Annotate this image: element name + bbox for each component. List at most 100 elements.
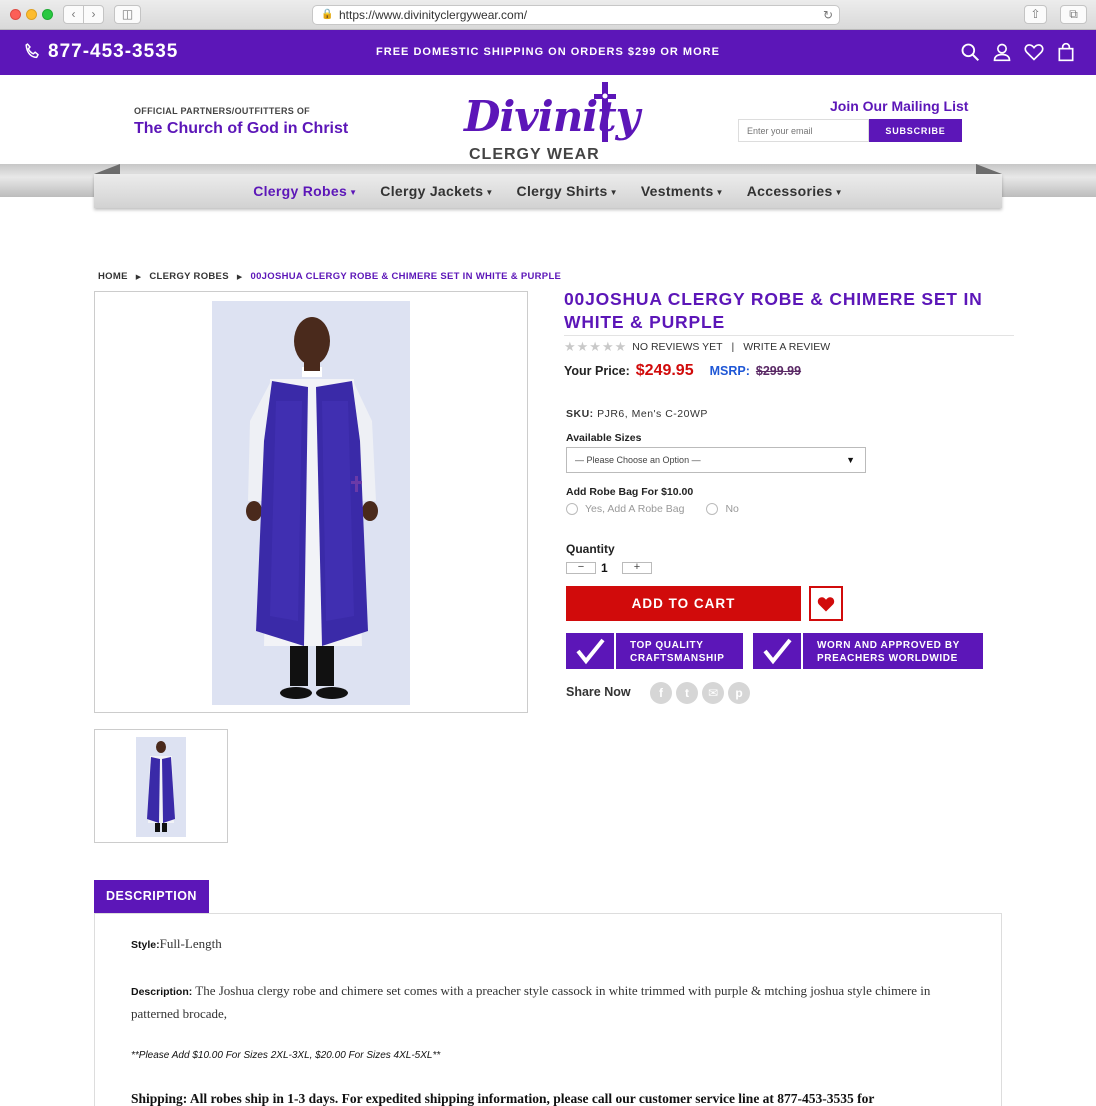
dropdown-arrow-icon: ▼ [846,455,855,465]
description-label: Description: [131,986,193,998]
tab-description[interactable]: DESCRIPTION [94,880,209,913]
thumbnail-frame[interactable] [94,729,228,843]
url-text: https://www.divinityclergywear.com/ [339,8,528,22]
nav-item-clergy-shirts[interactable]: Clergy Shirts ▼ [517,183,618,199]
radio-no[interactable] [706,503,719,515]
robe-bag-yes-label: Yes, Add A Robe Bag [585,503,685,515]
robe-bag-no-label: No [725,503,739,515]
address-bar[interactable]: 🔒 https://www.divinityclergywear.com/ ↻ [312,5,840,25]
sizes-label: Available Sizes [566,432,642,444]
robe-bag-label: Add Robe Bag For $10.00 [566,486,694,498]
site-logo[interactable]: Divinity CLERGY WEAR [462,82,640,166]
size-surcharge-note: **Please Add $10.00 For Sizes 2XL-3XL, $… [131,1050,441,1061]
email-field[interactable] [738,119,869,142]
back-icon[interactable]: ‹ [63,5,84,24]
product-thumbnail[interactable] [136,737,186,837]
partners-name: The Church of God in Christ [134,120,349,137]
description-body: The Joshua clergy robe and chimere set c… [131,983,931,1021]
browser-toolbar: ‹ › ◫ 🔒 https://www.divinityclergywear.c… [0,0,1096,30]
share-label: Share Now [566,685,631,699]
style-value: Full-Length [159,936,222,951]
zoom-window-button[interactable] [42,9,53,20]
heart-icon [817,597,835,612]
style-line: Style:Full-Length [131,936,222,952]
mailing-list-title: Join Our Mailing List [830,98,969,114]
forward-icon[interactable]: › [83,5,104,24]
reviews-row: ★★★★★ NO REVIEWS YET | WRITE A REVIEW [564,339,830,355]
approved-badge-line2: PREACHERS WORLDWIDE [817,653,958,664]
sku-line: SKU: PJR6, Men's C-20WP [566,408,708,420]
sidebar-icon[interactable]: ◫ [114,5,141,24]
search-icon[interactable] [960,42,980,64]
nav-item-accessories[interactable]: Accessories ▼ [747,183,843,199]
cart-icon[interactable] [1056,42,1076,64]
msrp-value: $299.99 [755,364,802,378]
robe-bag-options: Yes, Add A Robe Bag No [566,503,739,515]
facebook-icon[interactable]: f [650,682,672,704]
robe-bag-no-option[interactable]: No [706,503,739,515]
caret-down-icon: ▼ [715,187,724,197]
caret-down-icon: ▼ [609,187,618,197]
checkmark-icon [763,638,792,665]
price-value: $249.95 [635,362,694,379]
msrp-label: MSRP: [709,364,750,378]
product-title: 00JOSHUA CLERGY ROBE & CHIMERE SET IN WH… [564,289,983,332]
size-select-value: — Please Choose an Option — [575,455,701,465]
nav-item-vestments[interactable]: Vestments ▼ [641,183,724,199]
robe-bag-yes-option[interactable]: Yes, Add A Robe Bag [566,503,684,515]
add-to-cart-button[interactable]: ADD TO CART [566,586,801,621]
breadcrumb-home[interactable]: HOME [98,271,128,282]
logo-sub-text: CLERGY WEAR [469,146,600,163]
style-label: Style: [131,939,160,951]
radio-yes[interactable] [566,503,578,515]
logo-script-text: Divinity [464,92,640,141]
shipping-banner: FREE DOMESTIC SHIPPING ON ORDERS $299 OR… [376,46,720,58]
breadcrumb: HOME ▶ CLERGY ROBES ▶ 00JOSHUA CLERGY RO… [98,271,561,282]
add-to-wishlist-button[interactable] [809,586,843,621]
lock-icon: 🔒 [321,9,334,20]
nav-item-clergy-robes[interactable]: Clergy Robes ▼ [253,183,357,199]
wishlist-icon[interactable] [1024,42,1044,64]
top-bar: 877-453-3535 FREE DOMESTIC SHIPPING ON O… [0,30,1096,75]
sku-label: SKU: [566,408,594,420]
price-label: Your Price: [564,364,630,378]
minimize-window-button[interactable] [26,9,37,20]
product-photo[interactable] [212,301,410,705]
caret-down-icon: ▼ [349,187,358,197]
breadcrumb-current: 00JOSHUA CLERGY ROBE & CHIMERE SET IN WH… [250,271,562,282]
nav-item-clergy-jackets[interactable]: Clergy Jackets ▼ [380,183,493,199]
breadcrumb-arrow-icon: ▶ [135,273,142,281]
sku-value: PJR6, Men's C-20WP [597,408,708,420]
description-text: Description: The Joshua clergy robe and … [131,980,961,1025]
reviews-divider: | [731,341,735,353]
quantity-increase-button[interactable]: + [622,562,652,574]
checkmark-icon [576,638,605,665]
twitter-icon[interactable]: t [676,682,698,704]
tabs-icon[interactable]: ⧉ [1060,5,1087,24]
close-window-button[interactable] [10,9,21,20]
email-icon[interactable]: ✉ [702,682,724,704]
size-select[interactable]: — Please Choose an Option — ▼ [566,447,866,473]
ribbon-fold-right [976,164,1002,174]
quality-badge: TOP QUALITY CRAFTSMANSHIP [566,633,743,669]
partners-caption: OFFICIAL PARTNERS/OUTFITTERS OF [134,106,310,116]
main-product-image-frame [94,291,528,713]
quantity-value[interactable]: 1 [601,561,608,575]
quantity-label: Quantity [566,542,615,556]
subscribe-button[interactable]: SUBSCRIBE [869,119,962,142]
reviews-count: NO REVIEWS YET [632,341,723,353]
write-review-link[interactable]: WRITE A REVIEW [743,341,830,353]
main-nav: Clergy Robes ▼ Clergy Jackets ▼ Clergy Shi… [94,174,1002,208]
quality-badge-line1: TOP QUALITY [630,640,704,651]
reload-icon[interactable]: ↻ [823,6,833,24]
share-icons: f t ✉ p [650,682,750,704]
caret-down-icon: ▼ [485,187,494,197]
approved-badge: WORN AND APPROVED BY PREACHERS WORLDWIDE [753,633,983,669]
ribbon-fold-left [94,164,120,174]
breadcrumb-clergy-robes[interactable]: CLERGY ROBES [149,271,228,282]
share-icon[interactable]: ⇧ [1024,5,1047,24]
quantity-decrease-button[interactable]: − [566,562,596,574]
account-icon[interactable] [992,42,1012,64]
pinterest-icon[interactable]: p [728,682,750,704]
rating-stars-icon: ★★★★★ [564,339,628,354]
